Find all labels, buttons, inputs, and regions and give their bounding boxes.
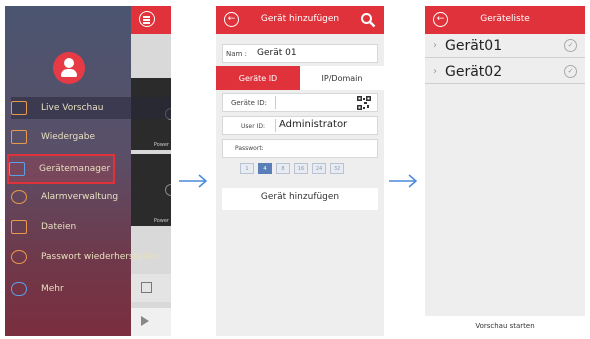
add-device-button[interactable]: Gerät hinzufügen <box>222 188 378 210</box>
menu-item-label: Passwort wiederherstellen <box>41 252 160 262</box>
name-label: Nam : <box>226 50 247 58</box>
channel-option[interactable]: 16 <box>294 163 308 174</box>
channel-option[interactable]: 32 <box>330 163 344 174</box>
channel-option[interactable]: 1 <box>240 163 254 174</box>
menu-item-alarm[interactable]: Alarmverwaltung <box>11 186 131 208</box>
menu-item-label: Live Vorschau <box>41 103 104 113</box>
menu-icon[interactable] <box>139 11 155 27</box>
image-icon <box>11 220 27 234</box>
video-tile[interactable]: Power <box>131 154 171 226</box>
user-id-field[interactable]: User ID: Administrator <box>222 116 378 135</box>
camera-icon <box>11 101 27 115</box>
check-circle-icon[interactable]: ✓ <box>564 65 577 78</box>
page-title: Geräteliste <box>480 14 530 24</box>
menu-item-live-preview[interactable]: Live Vorschau <box>11 97 171 119</box>
check-circle-icon[interactable]: ✓ <box>564 39 577 52</box>
play-icon[interactable] <box>141 316 149 326</box>
underlying-toolbar-2 <box>131 308 171 336</box>
video-tile-circle-icon <box>165 184 171 196</box>
menu-item-label: Wiedergabe <box>41 132 96 142</box>
menu-item-label: Mehr <box>41 284 64 294</box>
bell-icon <box>11 190 27 204</box>
password-label: Passwort: <box>235 145 264 152</box>
name-value: Gerät 01 <box>257 48 297 58</box>
arrow-right-icon <box>178 173 208 189</box>
gear-icon <box>11 250 27 264</box>
tab-bar: Geräte ID IP/Domain <box>216 66 384 90</box>
password-field[interactable]: Passwort: <box>222 139 378 158</box>
menu-item-password[interactable]: Passwort wiederherstellen <box>11 246 159 268</box>
arrow-right-icon <box>388 173 418 189</box>
video-tile-label: Power <box>153 218 169 224</box>
layout-icon[interactable] <box>141 282 152 293</box>
qr-code-icon[interactable] <box>357 96 371 110</box>
header: ← Geräteliste <box>425 6 585 34</box>
start-preview-button[interactable]: Vorschau starten <box>425 316 585 336</box>
menu-item-device-manager[interactable]: Gerätemanager <box>7 154 115 184</box>
page-title: Gerät hinzufügen <box>260 14 340 24</box>
tab-ip-domain[interactable]: IP/Domain <box>300 66 384 90</box>
menu-item-files[interactable]: Dateien <box>11 216 131 238</box>
search-icon[interactable] <box>360 12 376 28</box>
user-id-label: User ID: <box>241 123 265 130</box>
device-list-screen: ← Geräteliste › Gerät01 ✓ › Gerät02 ✓ Vo… <box>425 6 585 336</box>
channel-option[interactable]: 8 <box>276 163 290 174</box>
playback-icon <box>11 130 27 144</box>
device-id-field[interactable]: Geräte ID: <box>222 93 378 112</box>
side-menu-screen: Power Power Live Vorschau Wiedergabe Ger… <box>5 6 171 336</box>
list-item[interactable]: › Gerät01 ✓ <box>425 34 585 58</box>
tab-device-id[interactable]: Geräte ID <box>216 66 300 90</box>
menu-item-label: Gerätemanager <box>39 164 111 174</box>
menu-item-label: Dateien <box>41 222 77 232</box>
device-id-label: Geräte ID: <box>231 99 267 107</box>
channel-option[interactable]: 4 <box>258 163 272 174</box>
device-manager-icon <box>9 162 25 176</box>
chevron-right-icon: › <box>433 40 437 51</box>
add-device-screen: ← Gerät hinzufügen Nam : Gerät 01 Geräte… <box>216 6 384 336</box>
header: ← Gerät hinzufügen <box>216 6 384 34</box>
avatar[interactable] <box>53 52 85 84</box>
video-tile-label: Power <box>153 142 169 148</box>
underlying-toolbar <box>131 274 171 302</box>
cloud-icon <box>11 282 27 296</box>
menu-item-label: Alarmverwaltung <box>41 192 119 202</box>
list-item[interactable]: › Gerät02 ✓ <box>425 60 585 84</box>
device-name: Gerät02 <box>445 63 503 80</box>
chevron-right-icon: › <box>433 66 437 77</box>
user-id-value: Administrator <box>279 119 348 130</box>
channel-selector: 1 4 8 16 24 32 <box>240 163 344 174</box>
channel-option[interactable]: 24 <box>312 163 326 174</box>
name-field[interactable]: Nam : Gerät 01 <box>222 44 378 63</box>
menu-item-more[interactable]: Mehr <box>11 278 131 300</box>
device-name: Gerät01 <box>445 37 503 54</box>
menu-item-playback[interactable]: Wiedergabe <box>11 126 131 148</box>
